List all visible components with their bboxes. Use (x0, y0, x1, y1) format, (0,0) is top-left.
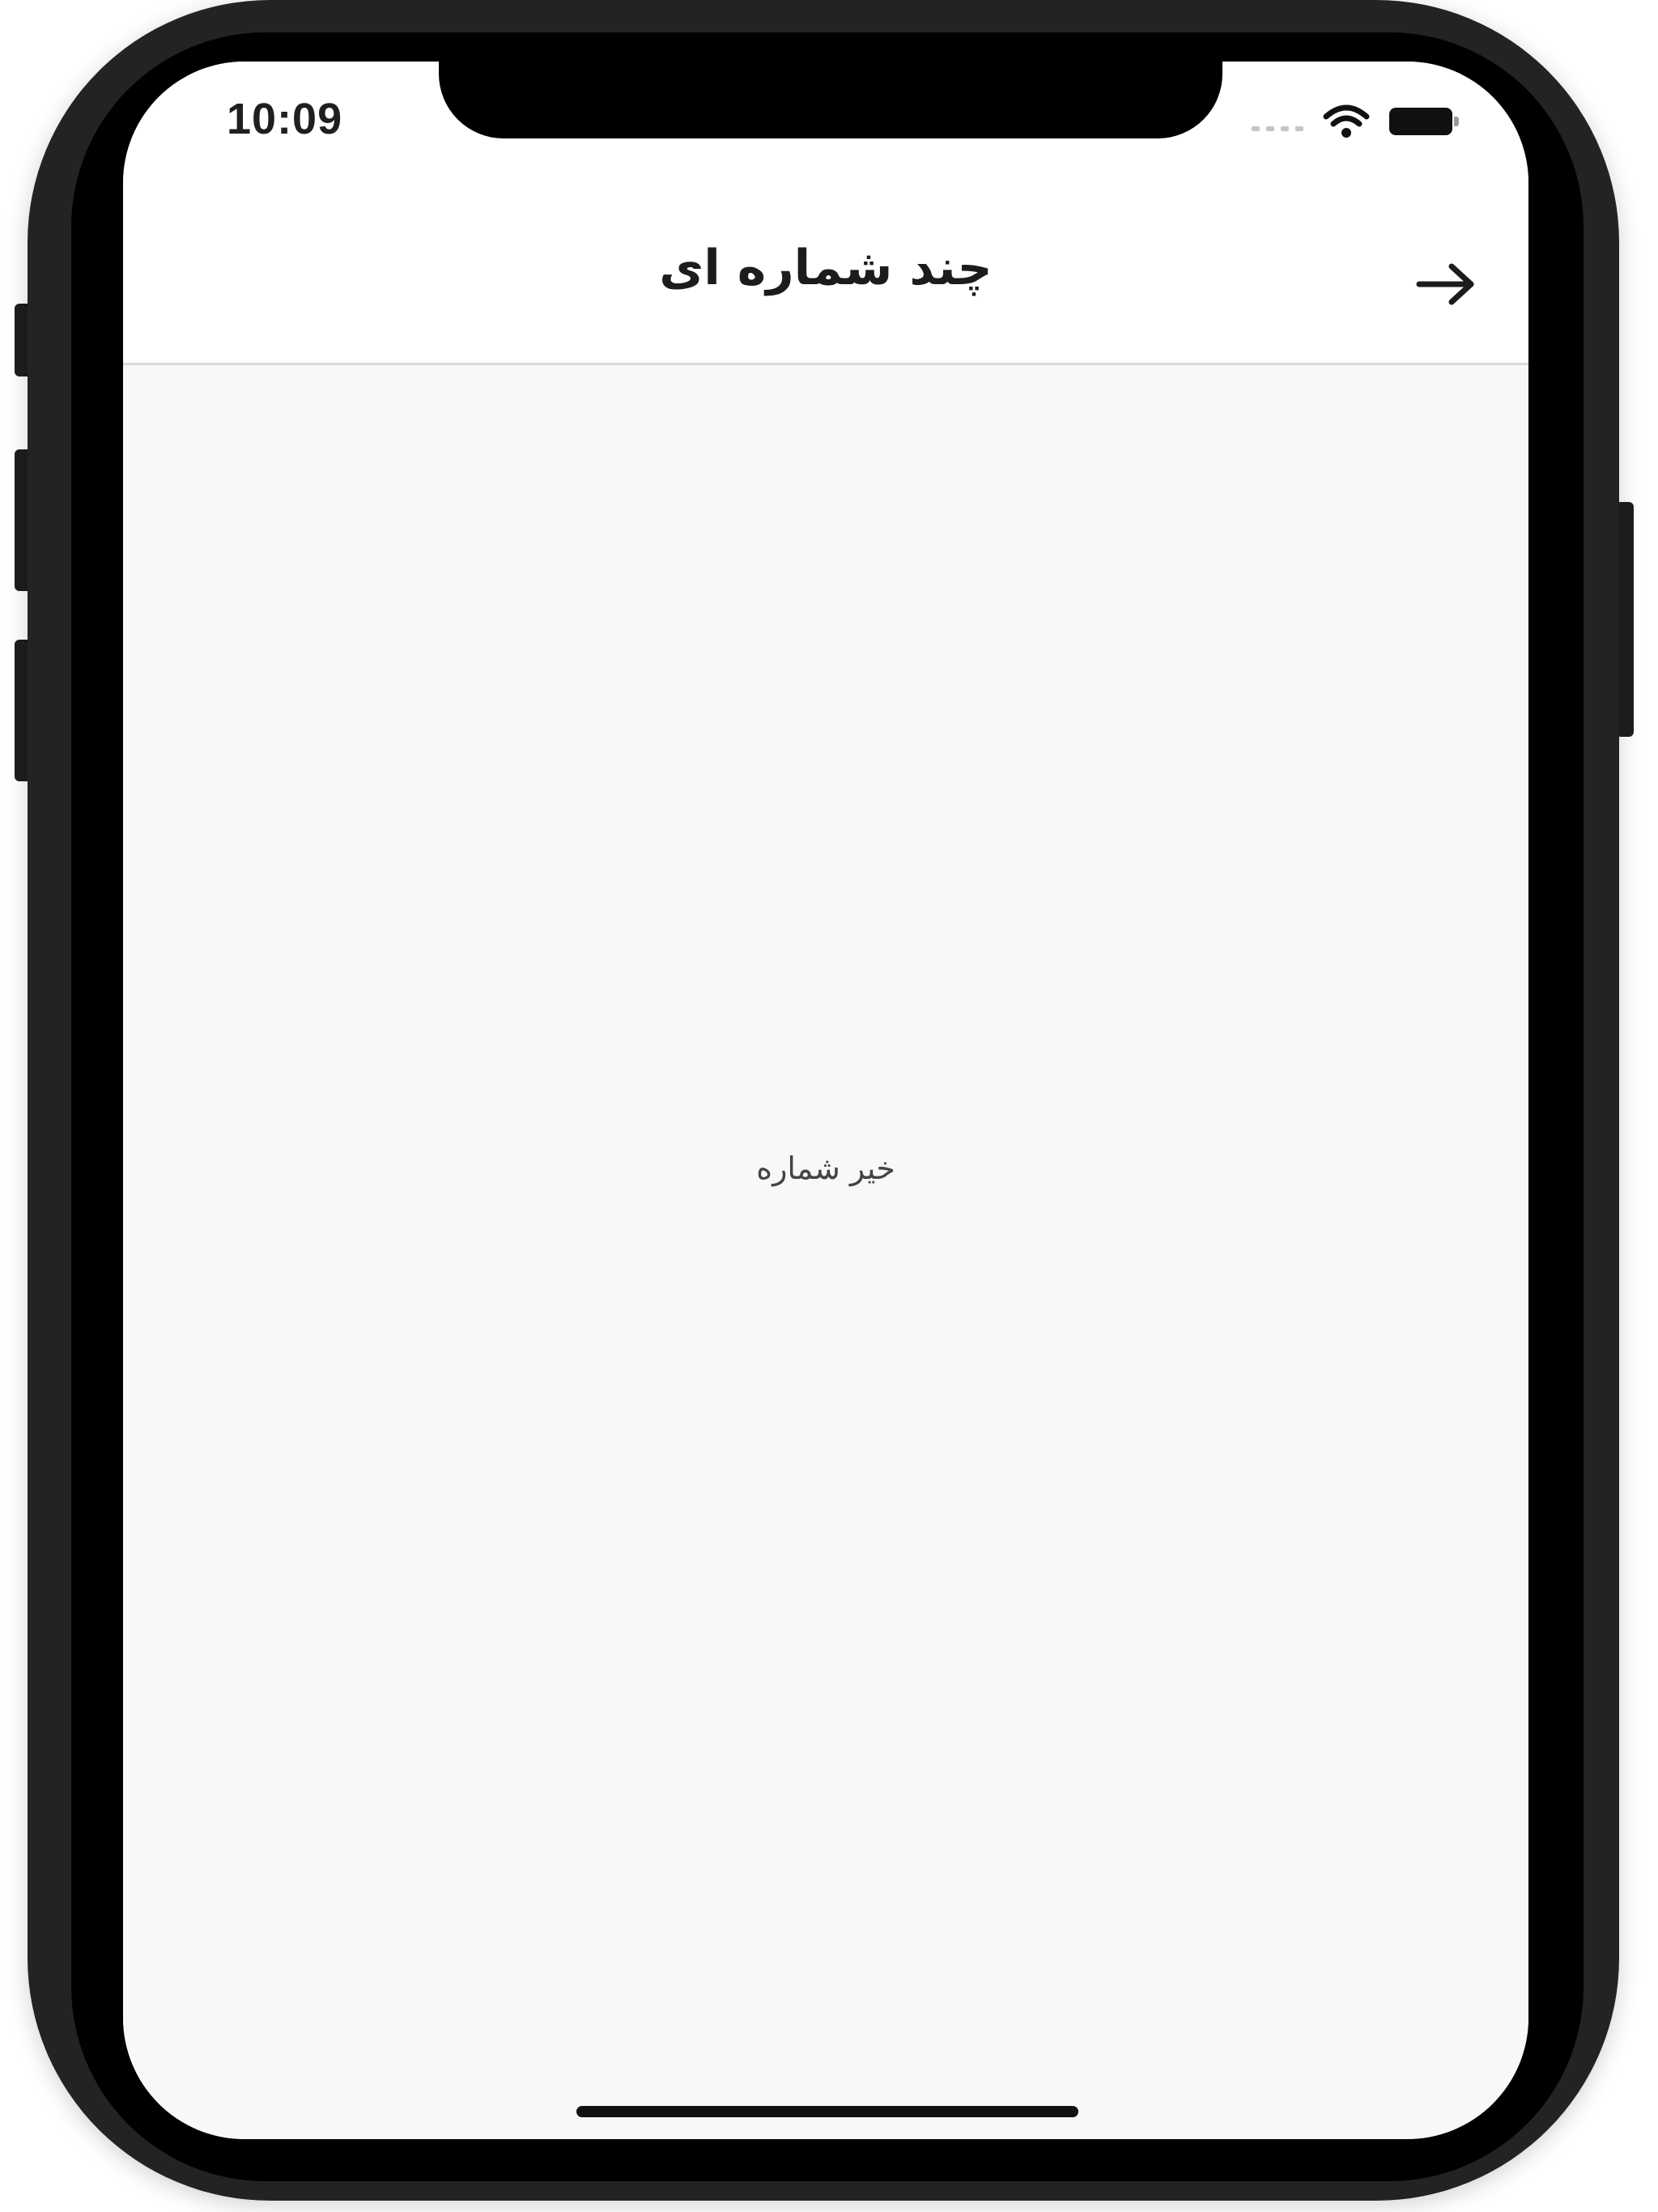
status-time: 10:09 (227, 95, 343, 143)
back-button[interactable] (1412, 256, 1480, 313)
home-indicator[interactable] (576, 2106, 1078, 2117)
cellular-signal-icon (1252, 126, 1303, 131)
arrow-right-icon (1416, 263, 1474, 305)
device-stage: 10:09 چند شماره ای خیر شماره (0, 0, 1658, 2212)
content-area: خیر شماره (123, 365, 1528, 2139)
phone-screen: 10:09 چند شماره ای خیر شماره (123, 62, 1528, 2139)
camera-notch (439, 62, 1222, 138)
status-icons (1252, 104, 1459, 139)
wifi-icon (1323, 104, 1370, 138)
navigation-bar: چند شماره ای (123, 183, 1528, 365)
empty-state-message: خیر شماره (756, 1151, 895, 1186)
page-title: چند شماره ای (659, 240, 993, 296)
battery-icon (1389, 108, 1459, 135)
